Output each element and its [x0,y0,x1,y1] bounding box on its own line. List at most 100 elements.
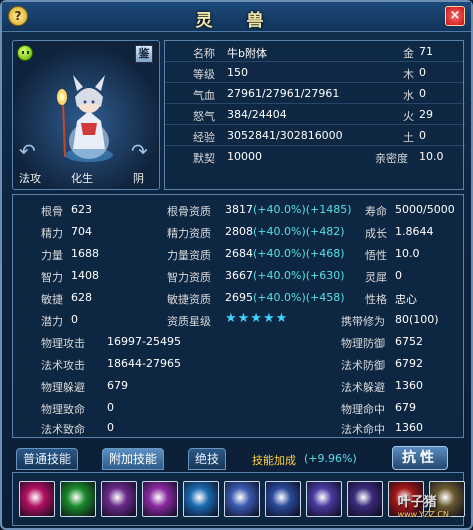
element-value: 29 [419,108,433,121]
attr-label: 力量 [41,249,63,262]
skill-icon-9[interactable] [347,481,383,517]
info-row: 经验 3052841/302816000 土 0 [165,125,465,146]
resistance-button[interactable]: 抗性 [392,446,448,470]
aptitude-bonus: (+40.0%)(+468) [253,247,345,260]
close-button[interactable]: × [445,6,465,26]
attribute-row: 精力 704 精力资质 2808 (+40.0%)(+482) 成长 1.864… [13,221,465,243]
pet-type-labels: 法攻 化生 阴 [13,170,161,186]
intimacy-label: 亲密度 [375,152,408,165]
info-row: 怒气 384/24404 火 29 [165,104,465,125]
combat-label: 法术致命 [41,423,85,436]
combat-row: 物理躲避 679 法术躲避 1360 [13,375,465,397]
element-value: 0 [419,129,426,142]
attribute-panel: 根骨 623 根骨资质 3817 (+40.0%)(+1485) 寿命 5000… [12,194,464,438]
watermark: 叶子猪 www.YZZ.CN [398,491,449,519]
combat-value: 679 [107,379,128,392]
combat-label: 物理致命 [41,403,85,416]
attr-value: 0 [395,269,402,282]
info-label: 气血 [193,89,215,102]
info-label: 默契 [193,152,215,165]
aptitude-value: 3817 [225,203,253,216]
combat-value: 679 [395,401,416,414]
attr-value: 628 [71,291,92,304]
attribute-row: 根骨 623 根骨资质 3817 (+40.0%)(+1485) 寿命 5000… [13,199,465,221]
info-value: 10000 [227,150,262,163]
tab-ultimate-skills[interactable]: 绝技 [188,448,227,470]
info-value: 27961/27961/27961 [227,87,340,100]
attr-value: 1408 [71,269,99,282]
pet-model-image [57,75,113,162]
attr-value: 5000/5000 [395,203,455,216]
info-row: 默契 10000 亲密度 10.0 [165,146,465,167]
rotate-left-icon[interactable]: ↶ [19,141,41,161]
skill-icon-2[interactable] [60,481,96,517]
aptitude-label: 智力资质 [167,271,211,284]
combat-value: 16997-25495 [107,335,181,348]
mood-smiley-icon[interactable] [17,45,33,61]
skill-icon-4[interactable] [142,481,178,517]
aptitude-value: 2684 [225,247,253,260]
element-value: 0 [419,66,426,79]
skill-tab-bar: 普通技能 附加技能 绝技 技能加成 (+9.96%) 抗性 [12,446,464,470]
combat-label: 物理攻击 [41,337,85,350]
title-bar[interactable]: ? 灵 兽 × [2,2,471,32]
tab-additional-skills[interactable]: 附加技能 [102,448,165,470]
combat-label: 物理防御 [341,337,385,350]
watermark-url: www.YZZ.CN [397,510,449,519]
element-label: 木 [403,68,414,81]
skill-icon-7[interactable] [265,481,301,517]
attr-label: 寿命 [365,205,387,218]
carry-cultivation-value: 80(100) [395,313,439,326]
element-value: 0 [419,87,426,100]
intimacy-value: 10.0 [419,150,444,163]
combat-row: 法术攻击 18644-27965 法术防御 6792 [13,353,465,375]
aptitude-stars: ★★★★★ [225,311,289,326]
window-title: 灵 兽 [195,11,278,31]
info-label: 怒气 [193,110,215,123]
info-value: 384/24404 [227,108,287,121]
element-label: 火 [403,110,414,123]
attr-label: 精力 [41,227,63,240]
combat-row: 物理致命 0 物理命中 679 [13,397,465,419]
combat-row: 物理攻击 16997-25495 物理防御 6752 [13,331,465,353]
skill-icon-5[interactable] [183,481,219,517]
skill-strip: 叶子猪 www.YZZ.CN [12,472,465,526]
rotate-right-icon[interactable]: ↷ [131,141,153,161]
skill-icon-3[interactable] [101,481,137,517]
aptitude-value: 3667 [225,269,253,282]
combat-value: 18644-27965 [107,357,181,370]
info-row: 名称 牛b附体 金 71 [165,41,465,62]
skill-icon-6[interactable] [224,481,260,517]
aptitude-bonus: (+40.0%)(+1485) [253,203,352,216]
skill-icon-8[interactable] [306,481,342,517]
pet-info-panel: 名称 牛b附体 金 71 等级 150 木 0 气血 27961/27961/2… [164,40,465,190]
skill-icon-1[interactable] [19,481,55,517]
appraise-button[interactable]: 鉴 [135,45,153,63]
combat-label: 法术躲避 [341,381,385,394]
evolution-label: 化生 [71,172,93,185]
aptitude-star-label: 资质星级 [167,315,211,328]
aptitude-bonus: (+40.0%)(+630) [253,269,345,282]
polarity-label: 阴 [133,172,144,185]
pet-name-value[interactable]: 牛b附体 [227,45,267,61]
combat-value: 6792 [395,357,423,370]
element-label: 金 [403,47,414,60]
info-label: 名称 [193,47,215,60]
combat-label: 物理躲避 [41,381,85,394]
info-row: 等级 150 木 0 [165,62,465,83]
attr-label: 灵犀 [365,271,387,284]
attribute-row: 力量 1688 力量资质 2684 (+40.0%)(+468) 悟性 10.0 [13,243,465,265]
attr-value: 忠心 [395,293,417,306]
combat-label: 法术防御 [341,359,385,372]
skill-bonus-value: (+9.96%) [304,452,357,465]
tab-normal-skills[interactable]: 普通技能 [16,448,79,470]
attribute-row: 敏捷 628 敏捷资质 2695 (+40.0%)(+458) 性格 忠心 [13,287,465,309]
combat-value: 0 [107,421,114,434]
attack-type-label: 法攻 [19,172,41,185]
attr-label: 敏捷 [41,293,63,306]
aptitude-value: 2808 [225,225,253,238]
element-label: 水 [403,89,414,102]
potential-label: 潜力 [41,315,63,328]
attr-label: 智力 [41,271,63,284]
info-label: 经验 [193,131,215,144]
